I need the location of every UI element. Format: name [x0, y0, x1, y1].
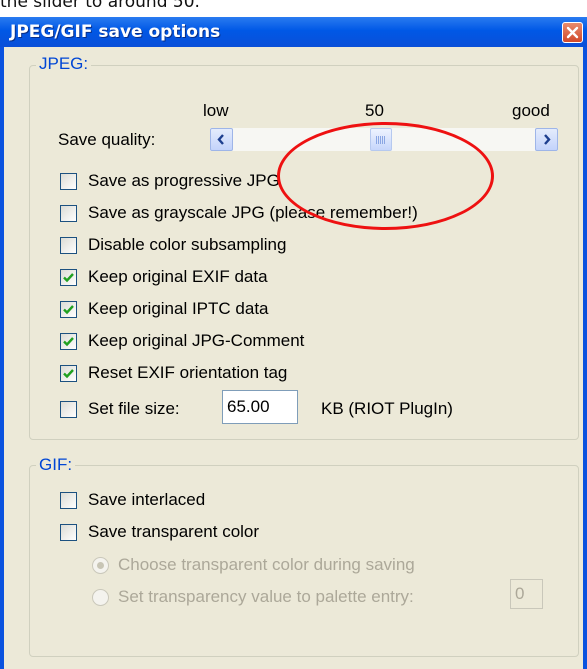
checkmark-icon	[63, 305, 74, 315]
dialog-window: JPEG/GIF save options JPEG: low 50 good …	[0, 17, 587, 669]
checkmark-icon	[63, 337, 74, 347]
disable-subsampling-label[interactable]: Disable color subsampling	[88, 235, 286, 255]
choose-transparent-label[interactable]: Choose transparent color during saving	[118, 555, 415, 575]
checkmark-icon	[63, 273, 74, 283]
choose-transparent-radio[interactable]	[92, 557, 109, 574]
jpeg-group-legend: JPEG:	[36, 54, 92, 74]
close-icon	[566, 26, 579, 39]
keep-iptc-label[interactable]: Keep original IPTC data	[88, 299, 269, 319]
thumb-grip	[376, 136, 386, 144]
gif-group-legend: GIF:	[36, 455, 76, 475]
set-file-size-label[interactable]: Set file size:	[88, 399, 180, 419]
set-file-size-checkbox[interactable]	[60, 401, 77, 418]
slider-left-button[interactable]	[210, 128, 233, 151]
keep-exif-label[interactable]: Keep original EXIF data	[88, 267, 268, 287]
save-transparent-label[interactable]: Save transparent color	[88, 522, 259, 542]
slider-right-button[interactable]	[535, 128, 558, 151]
radio-selected-dot	[97, 562, 104, 569]
title-bar[interactable]: JPEG/GIF save options	[0, 17, 587, 47]
save-quality-label: Save quality:	[58, 130, 156, 149]
progressive-jpg-checkbox[interactable]	[60, 173, 77, 190]
palette-entry-label[interactable]: Set transparency value to palette entry:	[118, 587, 414, 607]
dialog-title: JPEG/GIF save options	[10, 22, 221, 42]
checkmark-icon	[63, 369, 74, 379]
quality-high-label: good	[512, 101, 550, 120]
progressive-jpg-label[interactable]: Save as progressive JPG	[88, 171, 280, 191]
palette-entry-radio[interactable]	[92, 589, 109, 606]
save-interlaced-label[interactable]: Save interlaced	[88, 490, 205, 510]
grayscale-jpg-checkbox[interactable]	[60, 205, 77, 222]
quality-slider[interactable]	[210, 128, 558, 151]
quality-value-label: 50	[365, 101, 384, 120]
dialog-client-area: JPEG: low 50 good Save quality: Save as …	[4, 47, 583, 669]
disable-subsampling-checkbox[interactable]	[60, 237, 77, 254]
keep-jpg-comment-label[interactable]: Keep original JPG-Comment	[88, 331, 304, 351]
save-interlaced-checkbox[interactable]	[60, 492, 77, 509]
palette-entry-input[interactable]: 0	[510, 579, 543, 609]
keep-iptc-checkbox[interactable]	[60, 301, 77, 318]
reset-exif-orientation-label[interactable]: Reset EXIF orientation tag	[88, 363, 287, 383]
keep-jpg-comment-checkbox[interactable]	[60, 333, 77, 350]
reset-exif-orientation-checkbox[interactable]	[60, 365, 77, 382]
close-button[interactable]	[562, 22, 583, 43]
keep-exif-checkbox[interactable]	[60, 269, 77, 286]
grayscale-jpg-label[interactable]: Save as grayscale JPG (please remember!)	[88, 203, 418, 223]
caption-text-fragment: the slider to around 50.	[0, 0, 587, 17]
file-size-unit-label: KB (RIOT PlugIn)	[321, 399, 453, 418]
file-size-input[interactable]: 65.00	[222, 390, 298, 424]
save-transparent-checkbox[interactable]	[60, 524, 77, 541]
slider-thumb[interactable]	[370, 128, 392, 151]
chevron-right-icon	[544, 134, 551, 145]
chevron-left-icon	[217, 134, 224, 145]
quality-low-label: low	[203, 101, 229, 120]
